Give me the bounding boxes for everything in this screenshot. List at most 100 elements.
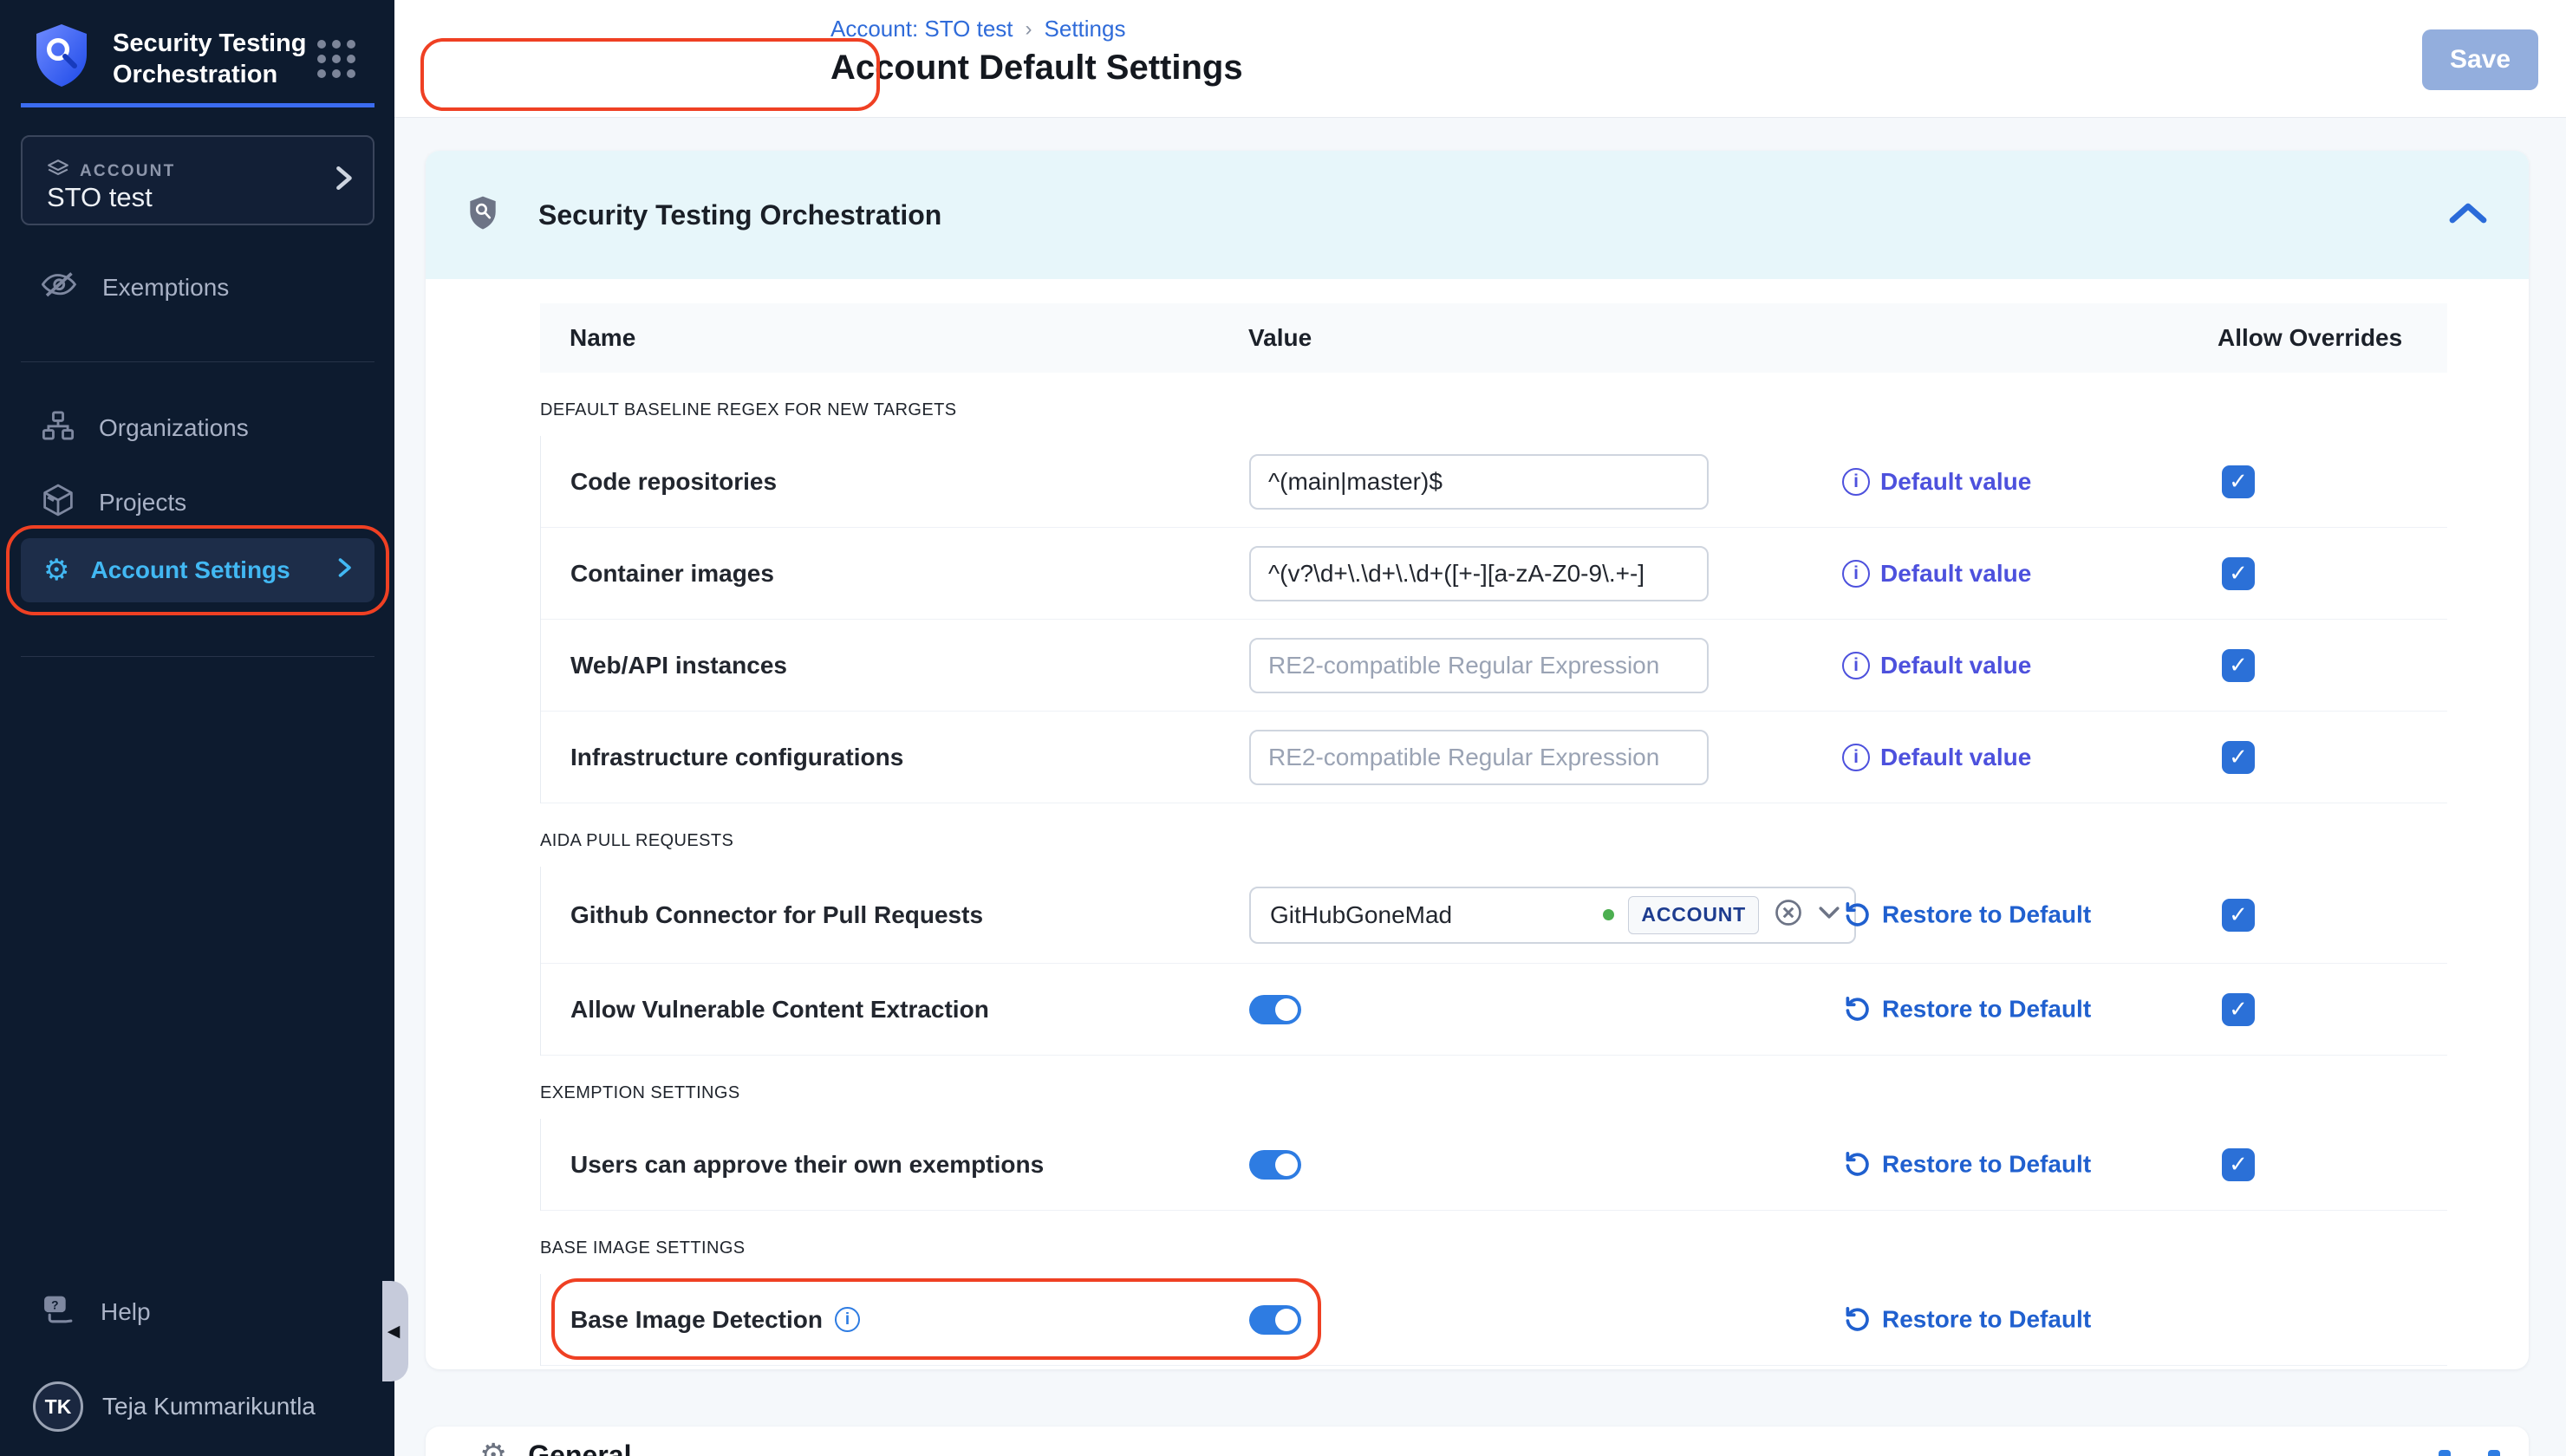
- default-value-indicator[interactable]: i Default value: [1842, 468, 2031, 496]
- allow-override-checkbox[interactable]: ✓: [2222, 557, 2255, 590]
- setting-row-allow-vulnerable-content-extraction: Allow Vulnerable Content Extraction Rest…: [541, 964, 2447, 1056]
- setting-name: Allow Vulnerable Content Extraction: [570, 996, 989, 1024]
- app-window: Security Testing Orchestration ACCOUNT S…: [0, 0, 2566, 1456]
- setting-name: Web/API instances: [570, 652, 787, 679]
- default-value-indicator[interactable]: i Default value: [1842, 652, 2031, 679]
- exemption-settings-group: Users can approve their own exemptions R…: [540, 1119, 2447, 1211]
- sidebar-item-account-settings[interactable]: ⚙ Account Settings: [21, 538, 374, 602]
- base-image-settings-group: Base Image Detection i Restore to Defaul…: [540, 1274, 2447, 1366]
- restore-to-default-button[interactable]: Restore to Default: [1842, 992, 2091, 1026]
- github-connector-select[interactable]: GitHubGoneMad ACCOUNT: [1249, 887, 1856, 944]
- sidebar-item-label: Account Settings: [90, 556, 290, 584]
- save-button[interactable]: Save: [2422, 29, 2538, 90]
- breadcrumb-account-link[interactable]: Account: STO test: [830, 16, 1013, 42]
- aida-pull-requests-group: Github Connector for Pull Requests GitHu…: [540, 867, 2447, 1056]
- cube-icon: [42, 483, 75, 523]
- product-title: Security Testing Orchestration: [113, 28, 306, 91]
- setting-row-container-images: Container images i Default value ✓: [541, 528, 2447, 620]
- restore-to-default-button[interactable]: Restore to Default: [1842, 898, 2091, 932]
- module-grid-icon[interactable]: [317, 40, 355, 78]
- chevron-up-icon[interactable]: [2449, 201, 2487, 230]
- setting-name: Users can approve their own exemptions: [570, 1151, 1044, 1179]
- allow-override-checkbox[interactable]: ✓: [2222, 993, 2255, 1026]
- allow-override-checkbox[interactable]: ✓: [2222, 649, 2255, 682]
- web-api-regex-input[interactable]: [1249, 638, 1709, 693]
- sto-shield-logo-icon: [33, 23, 90, 93]
- toggle-on[interactable]: [1249, 1150, 1301, 1180]
- restore-icon: [1842, 1147, 1872, 1181]
- account-scope-picker[interactable]: ACCOUNT STO test: [21, 135, 374, 225]
- setting-name: Code repositories: [570, 468, 777, 496]
- setting-row-web-api-instances: Web/API instances i Default value ✓: [541, 620, 2447, 712]
- allow-override-checkbox[interactable]: ✓: [2222, 899, 2255, 932]
- section-baseline-regex: DEFAULT BASELINE REGEX FOR NEW TARGETS: [540, 400, 2447, 420]
- check-icon: ✓: [2229, 744, 2248, 770]
- sidebar-divider: [21, 656, 374, 657]
- breadcrumb-settings-link[interactable]: Settings: [1045, 16, 1126, 42]
- sidebar-item-organizations[interactable]: Organizations: [0, 400, 394, 456]
- info-icon: i: [1842, 744, 1870, 771]
- info-icon[interactable]: i: [835, 1307, 860, 1332]
- collapse-arrow-icon: ◀: [388, 1322, 401, 1342]
- default-value-indicator[interactable]: i Default value: [1842, 560, 2031, 588]
- brand-underline: [21, 103, 374, 107]
- sidebar-item-help[interactable]: ? Help: [0, 1284, 394, 1340]
- allow-override-checkbox[interactable]: ✓: [2222, 465, 2255, 498]
- svg-text:?: ?: [51, 1297, 58, 1311]
- setting-name: Github Connector for Pull Requests: [570, 901, 983, 929]
- sidebar-collapse-handle[interactable]: ◀: [382, 1281, 408, 1381]
- column-name: Name: [570, 324, 635, 352]
- eye-off-icon: [42, 270, 78, 306]
- chevron-right-icon: [333, 166, 354, 196]
- sidebar-item-exemptions[interactable]: Exemptions: [0, 260, 394, 315]
- check-icon: ✓: [2229, 901, 2248, 928]
- default-value-indicator[interactable]: i Default value: [1842, 744, 2031, 771]
- panel-title: Security Testing Orchestration: [538, 199, 941, 231]
- toggle-knob: [1275, 1309, 1298, 1331]
- clear-connector-icon[interactable]: [1773, 897, 1804, 933]
- section-aida-pull-requests: AIDA PULL REQUESTS: [540, 831, 2447, 851]
- clipped-blue-icon: [2488, 1450, 2500, 1456]
- restore-to-default-button[interactable]: Restore to Default: [1842, 1303, 2091, 1336]
- infrastructure-regex-input[interactable]: [1249, 730, 1709, 785]
- info-icon: i: [1842, 560, 1870, 588]
- shield-scan-icon: [468, 195, 498, 236]
- container-images-regex-input[interactable]: [1249, 546, 1709, 601]
- help-chat-icon: ?: [42, 1293, 76, 1332]
- allow-override-checkbox[interactable]: ✓: [2222, 741, 2255, 774]
- gear-icon: ⚙: [479, 1437, 507, 1456]
- setting-name: Base Image Detection: [570, 1306, 823, 1334]
- check-icon: ✓: [2229, 468, 2248, 495]
- avatar: TK: [33, 1381, 83, 1432]
- allow-override-checkbox[interactable]: ✓: [2222, 1148, 2255, 1181]
- toggle-on[interactable]: [1249, 1305, 1301, 1335]
- code-repositories-regex-input[interactable]: [1249, 454, 1709, 510]
- toggle-knob: [1275, 998, 1298, 1021]
- product-logo-row[interactable]: Security Testing Orchestration: [33, 23, 306, 93]
- layers-icon: [47, 158, 69, 185]
- sidebar-item-label: Help: [101, 1298, 151, 1326]
- sto-settings-panel: Security Testing Orchestration Name Valu…: [426, 151, 2529, 1369]
- column-value: Value: [1248, 324, 1312, 352]
- settings-content: Security Testing Orchestration Name Valu…: [394, 118, 2566, 1456]
- scope-label: ACCOUNT: [80, 162, 175, 181]
- section-base-image-settings: BASE IMAGE SETTINGS: [540, 1238, 2447, 1258]
- sidebar-item-projects[interactable]: Projects: [0, 475, 394, 530]
- chevron-down-icon[interactable]: [1818, 905, 1840, 925]
- setting-row-infrastructure-configurations: Infrastructure configurations i Default …: [541, 712, 2447, 803]
- connector-scope-badge: ACCOUNT: [1628, 896, 1759, 934]
- restore-icon: [1842, 992, 1872, 1026]
- user-name: Teja Kummarikuntla: [102, 1393, 316, 1420]
- sto-panel-header[interactable]: Security Testing Orchestration: [426, 151, 2529, 279]
- gear-icon: ⚙: [43, 553, 69, 588]
- info-icon: i: [1842, 652, 1870, 679]
- setting-name: Infrastructure configurations: [570, 744, 903, 771]
- org-hierarchy-icon: [42, 409, 75, 448]
- panel-title: General: [528, 1440, 631, 1456]
- breadcrumb: Account: STO test › Settings: [830, 16, 1125, 42]
- account-name: STO test: [47, 182, 153, 213]
- restore-to-default-button[interactable]: Restore to Default: [1842, 1147, 2091, 1181]
- section-exemption-settings: EXEMPTION SETTINGS: [540, 1083, 2447, 1103]
- user-profile[interactable]: TK Teja Kummarikuntla: [33, 1381, 316, 1432]
- toggle-on[interactable]: [1249, 995, 1301, 1024]
